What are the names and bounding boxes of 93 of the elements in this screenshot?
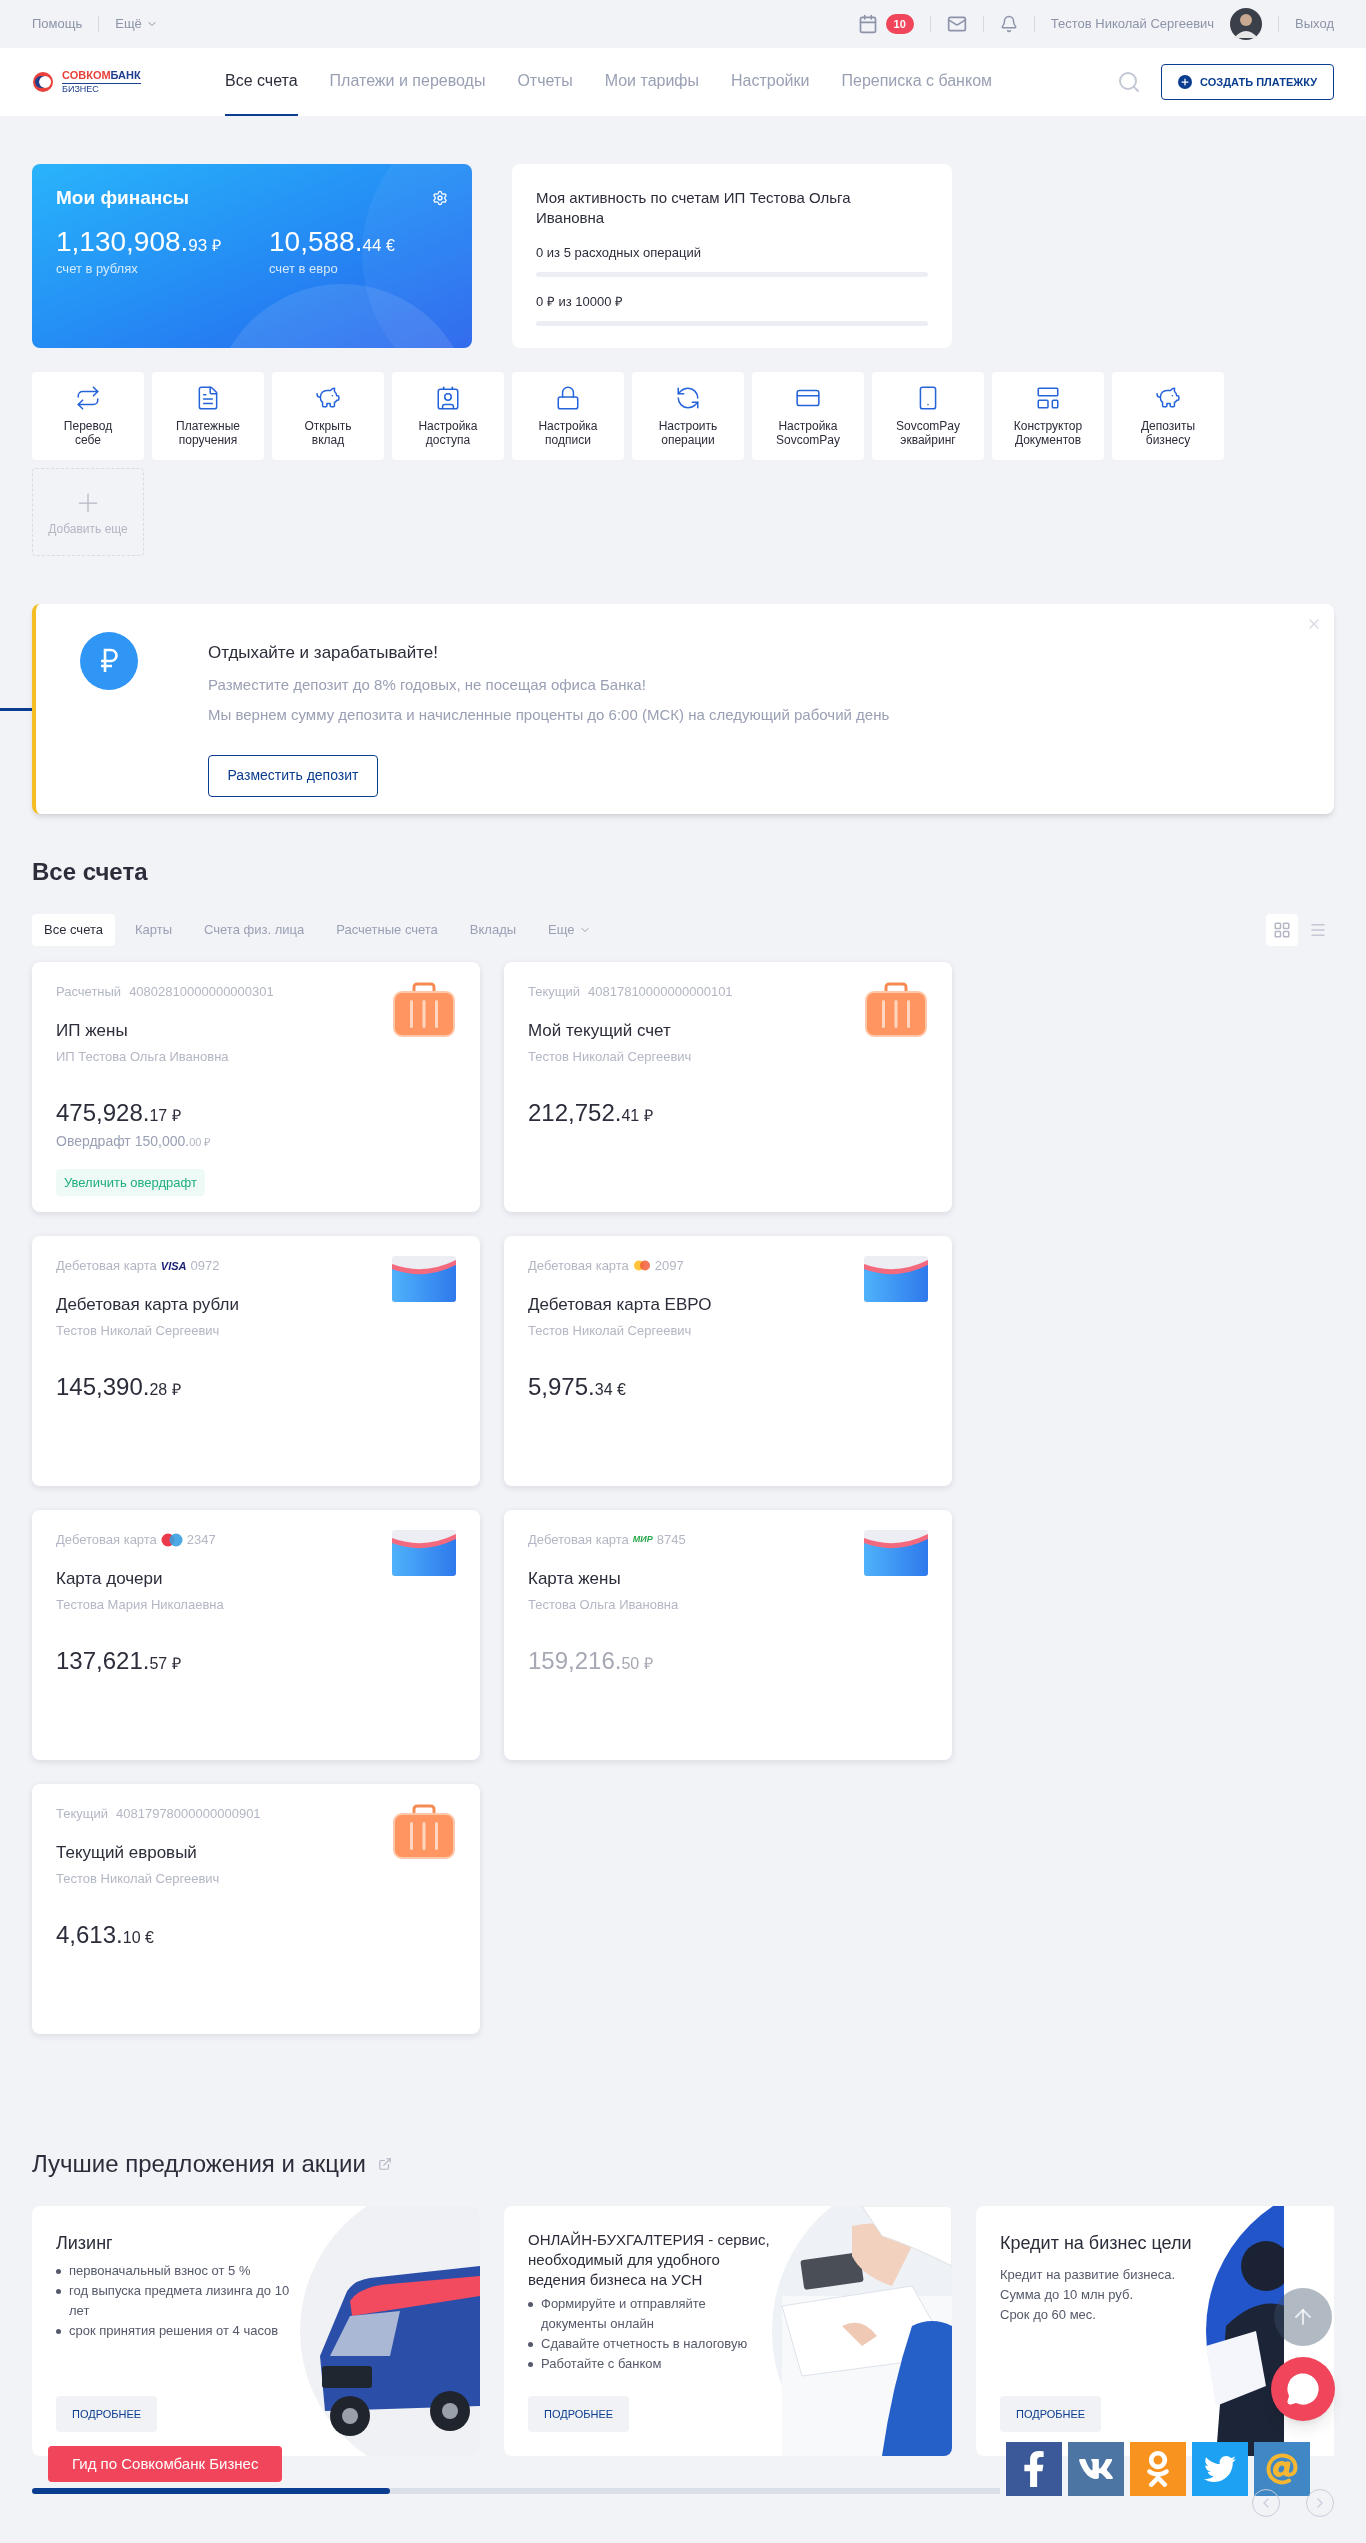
offer-title: ОНЛАЙН-БУХГАЛТЕРИЯ - сервис, необходимый для удобного ведения бизнеса на УСН — [528, 2230, 770, 2290]
nav-tab[interactable]: Все счета — [225, 48, 298, 116]
account-name: Карта дочери — [56, 1567, 164, 1590]
account-owner: ИП Тестова Ольга Ивановна — [56, 1048, 230, 1066]
account-name: ИП жены — [56, 1019, 129, 1042]
balance: 475,928.17 ₽ — [56, 1106, 181, 1124]
promo-text: Разместите депозит до 8% годовых, не посещая офиса Банка! — [208, 674, 647, 695]
account-owner: Тестова Мария Николаевна — [56, 1596, 225, 1614]
balance: 159,216.50 ₽ — [528, 1654, 653, 1672]
offer-bullet: первоначальный взнос от 5 % — [56, 2261, 298, 2281]
balance: 4,613.10 € — [56, 1928, 154, 1946]
account-type: Дебетовая карта — [56, 1531, 157, 1549]
total-caption: счет в рублях — [56, 259, 139, 278]
card-number: 2347 — [186, 1531, 216, 1549]
account-card[interactable]: Расчетный 40802810000000000301 ИП жены ИП Тестова Ольга Ивановна 475,928.17 ₽ Овердрафт 150,000.00 ₽ Увеличить овердрафт — [32, 962, 480, 1212]
offer-bullet: Формируйте и отправляйте документы онлайн — [528, 2294, 770, 2334]
offer-bullet: Работайте с банком — [528, 2354, 770, 2374]
offer-title: Лизинг — [56, 2232, 114, 2255]
account-number: 40817978000000000901 — [116, 1805, 261, 1823]
account-card[interactable]: Дебетовая карта 2097 Дебетовая карта ЕВРО Тестов Николай Сергеевич 5,975.34 € — [504, 1236, 952, 1486]
account-type: Текущий — [528, 983, 580, 1001]
account-number: 40817810000000000101 — [588, 983, 733, 1001]
meter-label: 0 ₽ из 10000 ₽ — [536, 294, 624, 309]
offer-text: Сумма до 10 млн руб. — [1000, 2286, 1135, 2304]
total-caption: счет в евро — [269, 259, 339, 278]
quick-action-tile[interactable]: Перевод себе — [32, 372, 144, 460]
promo-text: Мы вернем сумму депозита и начисленные проценты до 6:00 (МСК) на следующий рабочий день — [208, 705, 890, 725]
notification-badge: 10 — [885, 14, 914, 34]
offer-text: Кредит на развитие бизнеса. — [1000, 2266, 1177, 2284]
activity-title: Моя активность по счетам ИП Тестова Ольга Ивановна — [536, 188, 852, 228]
account-card[interactable]: Дебетовая карта МИР 8745 Карта жены Тестова Ольга Ивановна 159,216.50 ₽ — [504, 1510, 952, 1760]
account-type: Дебетовая карта — [528, 1531, 629, 1549]
account-number: 40802810000000000301 — [129, 983, 274, 1001]
account-name: Дебетовая карта ЕВРО — [528, 1293, 713, 1316]
section-title: Все счета — [32, 857, 149, 887]
account-type: Дебетовая карта — [56, 1257, 157, 1275]
balance: 5,975.34 € — [528, 1380, 626, 1398]
guide-button[interactable]: Гид по Совкомбанк Бизнес — [48, 2446, 283, 2482]
promo-title: Отдыхайте и зарабатывайте! — [208, 642, 439, 664]
account-name: Карта жены — [528, 1567, 622, 1590]
offer-bullet: срок принятия решения от 4 часов — [56, 2321, 298, 2341]
quick-action-tile[interactable]: Настройка SovcomPay — [752, 372, 864, 460]
quick-action-tile[interactable]: Открыть вклад — [272, 372, 384, 460]
card-number: 2097 — [654, 1257, 684, 1275]
account-name: Дебетовая карта рубли — [56, 1293, 240, 1316]
offer-card[interactable]: Кредит на бизнес цели Кредит на развитие бизнеса. Сумма до 10 млн руб. Срок до 60 мес. ПОДРОБНЕЕ — [976, 2206, 1334, 2456]
account-card[interactable]: Дебетовая карта VISA 0972 Дебетовая карта рубли Тестов Николай Сергеевич 145,390.28 ₽ — [32, 1236, 480, 1486]
visa-logo: VISA — [160, 1258, 187, 1274]
offer-bullet: Сдавайте отчетность в налоговую — [528, 2334, 770, 2354]
card-number: 8745 — [656, 1531, 686, 1549]
place-deposit-button[interactable]: Разместить депозит — [208, 754, 378, 797]
account-owner: Тестов Николай Сергеевич — [56, 1870, 221, 1888]
offer-text: Срок до 60 мес. — [1000, 2306, 1097, 2324]
balance: 137,621.57 ₽ — [56, 1654, 181, 1672]
account-owner: Тестова Ольга Ивановна — [528, 1596, 680, 1614]
offer-card[interactable]: ОНЛАЙН-БУХГАЛТЕРИЯ - сервис, необходимый для удобного ведения бизнеса на УСН Формируйте и отправляйте документы онлайн Сдавайте отчетность в налоговую Работайте с банком ПОДРОБНЕЕ — [504, 2206, 952, 2456]
account-type: Расчетный — [56, 983, 122, 1001]
account-card[interactable]: Дебетовая карта 2347 Карта дочери Тестова Мария Николаевна 137,621.57 ₽ — [32, 1510, 480, 1760]
quick-action-tile[interactable]: Настройка подписи — [512, 372, 624, 460]
filter-tab[interactable]: Все счета — [32, 914, 115, 946]
balance: 212,752.41 ₽ — [528, 1106, 653, 1124]
account-owner: Тестов Николай Сергеевич — [528, 1322, 693, 1340]
quick-action-tile[interactable]: Конструктор Документов — [992, 372, 1104, 460]
more-button[interactable]: ПОДРОБНЕЕ — [56, 2396, 158, 2432]
finances-title: Мои финансы — [56, 186, 189, 210]
create-payment-button[interactable]: СОЗДАТЬ ПЛАТЕЖКУ — [1161, 64, 1334, 100]
logo-subtitle: БИЗНЕС — [62, 83, 141, 94]
quick-action-tile[interactable]: Настройка доступа — [392, 372, 504, 460]
account-card[interactable]: Текущий 40817810000000000101 Мой текущий счет Тестов Николай Сергеевич 212,752.41 ₽ — [504, 962, 952, 1212]
quick-action-tile[interactable]: Платежные поручения — [152, 372, 264, 460]
more-button[interactable]: ПОДРОБНЕЕ — [1000, 2396, 1102, 2432]
meter-label: 0 из 5 расходных операций — [536, 245, 701, 260]
section-title: Лучшие предложения и акции — [32, 2149, 366, 2179]
balance: 145,390.28 ₽ — [56, 1380, 181, 1398]
account-type: Дебетовая карта — [528, 1257, 629, 1275]
card-number: 0972 — [190, 1257, 220, 1275]
quick-action-tile[interactable]: Настроить операции — [632, 372, 744, 460]
overdraft-amount: Овердрафт 150,000.00 ₽ — [56, 1131, 212, 1151]
quick-action-tile[interactable]: SovcomPay эквайринг — [872, 372, 984, 460]
logo-text: СОВКОМБАНК — [62, 70, 141, 81]
account-owner: Тестов Николай Сергеевич — [56, 1322, 221, 1340]
account-type: Текущий — [56, 1805, 108, 1823]
account-owner: Тестов Николай Сергеевич — [528, 1048, 693, 1066]
balance: 10,588.44 € — [269, 224, 395, 259]
mir-logo: МИР — [632, 1533, 653, 1546]
account-name: Мой текущий счет — [528, 1019, 672, 1042]
account-name: Текущий евровый — [56, 1841, 198, 1864]
offer-card[interactable]: Лизинг первоначальный взнос от 5 % год выпуска предмета лизинга до 10 лет срок принятия решения от 4 часов ПОДРОБНЕЕ — [32, 2206, 480, 2456]
account-card[interactable]: Текущий 40817978000000000901 Текущий евровый Тестов Николай Сергеевич 4,613.10 € — [32, 1784, 480, 2034]
quick-action-tile[interactable]: Депозиты бизнесу — [1112, 372, 1224, 460]
offer-title: Кредит на бизнес цели — [1000, 2232, 1193, 2255]
more-button[interactable]: ПОДРОБНЕЕ — [528, 2396, 630, 2432]
balance: 1,130,908.93 ₽ — [56, 224, 221, 259]
